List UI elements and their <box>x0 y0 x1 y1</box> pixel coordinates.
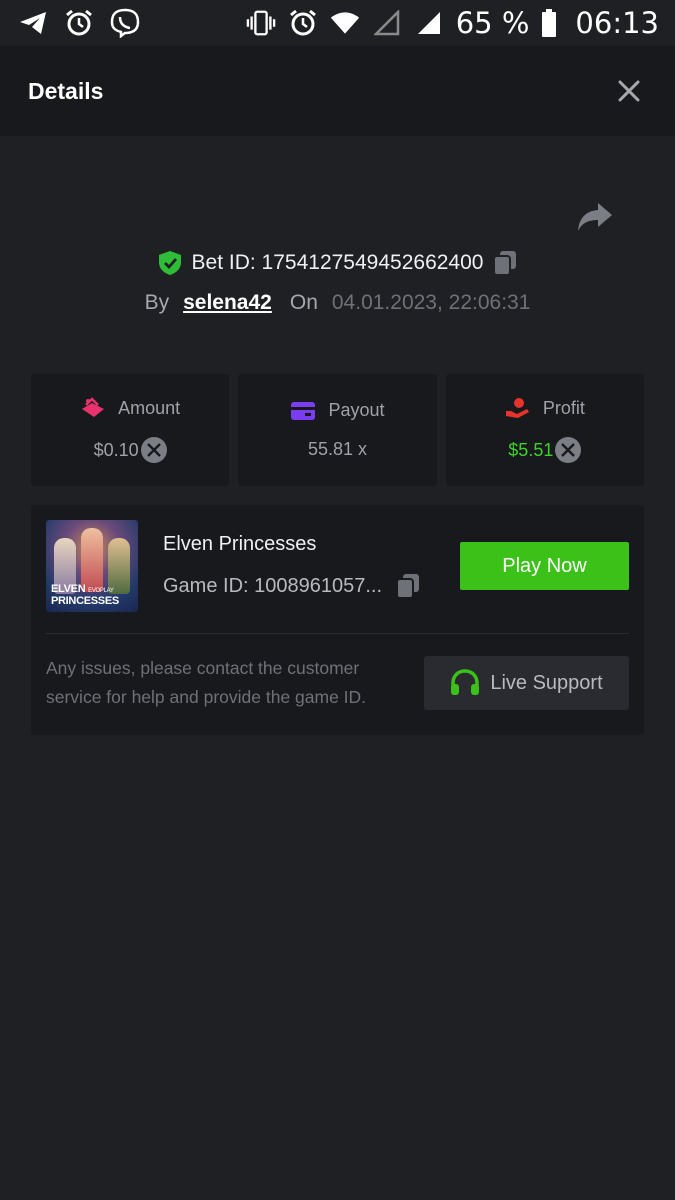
close-button[interactable] <box>611 73 647 109</box>
copy-bet-id-icon[interactable] <box>493 250 517 276</box>
bet-meta-row: By selena42 On 04.01.2023, 22:06:31 <box>0 286 675 320</box>
bet-stats: Amount $0.10 Payout 55.81 x Profit $5.51 <box>31 374 644 486</box>
amount-value-row: $0.10 <box>94 437 167 463</box>
live-support-button[interactable]: Live Support <box>424 656 629 710</box>
help-text: Any issues, please contact the customer … <box>46 658 367 707</box>
status-left <box>18 8 140 38</box>
game-id: Game ID: 1008961057... <box>163 574 383 597</box>
game-title: Elven Princesses <box>163 533 317 555</box>
amount-label: Amount <box>118 397 181 418</box>
close-icon <box>618 80 640 102</box>
battery-icon <box>541 8 557 38</box>
signal-empty-icon <box>372 8 402 38</box>
copy-game-id-icon[interactable] <box>396 573 420 599</box>
game-thumbnail[interactable]: ELVEN EVOPLAY PRINCESSES <box>46 520 138 612</box>
currency-coin-icon <box>555 437 582 463</box>
share-button[interactable] <box>576 200 614 234</box>
currency-coin-icon <box>140 437 167 463</box>
page-title: Details <box>28 77 104 104</box>
stat-profit-head: Profit <box>505 397 585 419</box>
divider <box>46 633 629 634</box>
by-label: By <box>144 291 170 314</box>
headset-icon <box>450 669 480 697</box>
play-now-button[interactable]: Play Now <box>460 542 629 590</box>
telegram-icon <box>18 8 48 38</box>
thumb-title-line1: ELVEN EVOPLAY <box>51 583 114 595</box>
payout-value-row: 55.81 x <box>308 439 367 460</box>
stat-profit: Profit $5.51 <box>445 374 644 486</box>
amount-value: $0.10 <box>93 439 139 460</box>
clock: 06:13 <box>575 6 659 40</box>
amount-icon <box>80 397 106 419</box>
card-icon <box>290 401 316 421</box>
game-id-row: Game ID: 1008961057... <box>163 573 420 599</box>
battery-percent: 65 % <box>455 6 530 40</box>
payout-value: 55.81 x <box>307 439 368 459</box>
profit-value: $5.51 <box>508 439 554 460</box>
details-header: Details <box>0 46 675 136</box>
stat-amount-head: Amount <box>80 397 180 419</box>
bet-id: Bet ID: 1754127549452662400 <box>191 251 484 274</box>
stat-payout: Payout 55.81 x <box>238 374 437 486</box>
payout-label: Payout <box>328 400 385 420</box>
status-right: 65 % 06:13 <box>246 6 659 40</box>
bet-date: 04.01.2023, 22:06:31 <box>331 291 531 314</box>
signal-icon <box>414 8 444 38</box>
viber-icon <box>110 8 140 38</box>
alarm-icon-right <box>288 8 318 38</box>
verified-shield-icon <box>158 250 182 276</box>
status-bar: 65 % 06:13 <box>0 0 675 46</box>
game-card: ELVEN EVOPLAY PRINCESSES Elven Princesse… <box>31 505 644 735</box>
share-icon <box>578 203 612 231</box>
profit-value-row: $5.51 <box>508 437 582 463</box>
bet-id-row: Bet ID: 1754127549452662400 <box>0 246 675 280</box>
on-label: On <box>289 291 318 314</box>
thumb-title-line2: PRINCESSES <box>51 595 119 607</box>
username-link[interactable]: selena42 <box>183 291 272 315</box>
stat-amount: Amount $0.10 <box>31 374 230 486</box>
profit-label: Profit <box>542 397 585 418</box>
live-support-label: Live Support <box>490 671 603 694</box>
stat-payout-head: Payout <box>290 400 385 421</box>
wifi-icon <box>330 8 360 38</box>
hand-coin-icon <box>505 397 531 419</box>
alarm-icon <box>64 8 94 38</box>
vibrate-icon <box>246 8 276 38</box>
